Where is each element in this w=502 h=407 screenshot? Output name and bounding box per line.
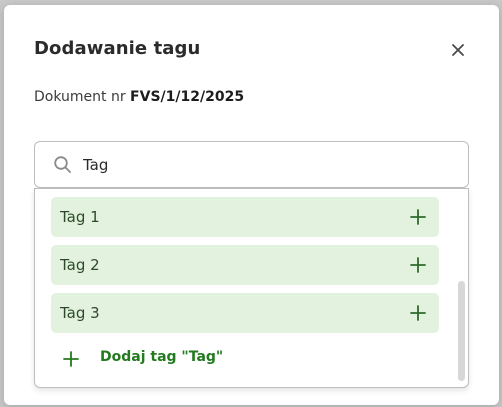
tag-option-2[interactable]: Tag 2: [51, 245, 439, 285]
document-number: FVS/1/12/2025: [130, 89, 245, 105]
tag-suggestions-list: Tag 1 Tag 2 Tag 3 Dodaj tag "Tag": [34, 188, 469, 388]
document-label: Dokument nr: [34, 89, 126, 105]
scrollbar-thumb[interactable]: [458, 281, 465, 381]
plus-icon: [410, 305, 426, 321]
tag-search-input[interactable]: [83, 153, 453, 177]
plus-icon: [63, 351, 79, 367]
tag-option-3[interactable]: Tag 3: [51, 293, 439, 333]
plus-icon: [410, 257, 426, 273]
document-info: Dokument nr FVS/1/12/2025: [34, 89, 244, 105]
tag-option-label: Tag 2: [60, 256, 100, 274]
tag-option-label: Tag 3: [60, 304, 100, 322]
tag-option-label: Tag 1: [60, 208, 100, 226]
add-new-tag-label: Dodaj tag "Tag": [100, 349, 224, 365]
close-icon: [452, 44, 464, 56]
tag-search-box[interactable]: [34, 141, 469, 188]
tag-option-1[interactable]: Tag 1: [51, 197, 439, 237]
close-button[interactable]: [447, 39, 469, 61]
dialog-title: Dodawanie tagu: [34, 38, 201, 59]
search-icon: [54, 156, 71, 173]
plus-icon: [410, 209, 426, 225]
add-tag-dialog: Dodawanie tagu Dokument nr FVS/1/12/2025…: [4, 5, 499, 405]
add-new-tag-button[interactable]: Dodaj tag "Tag": [51, 341, 439, 377]
